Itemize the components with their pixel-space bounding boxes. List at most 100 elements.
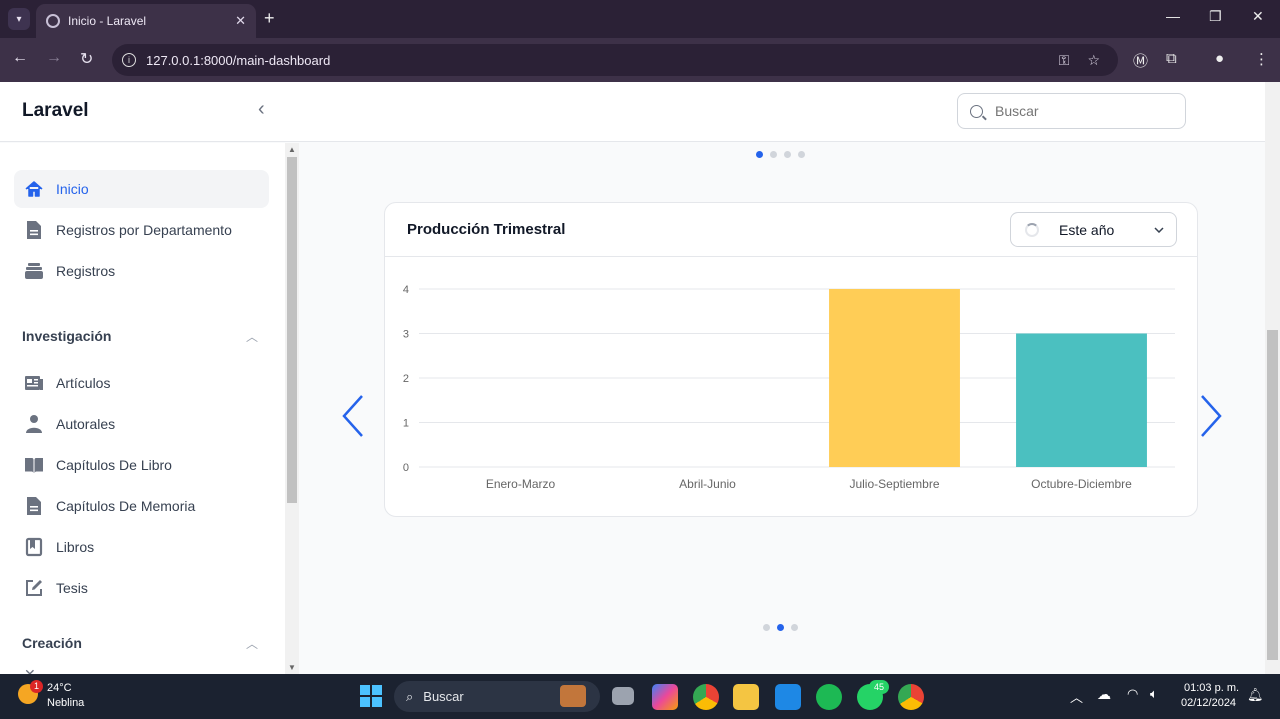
stack-icon — [24, 261, 44, 281]
carousel-dot[interactable] — [791, 624, 798, 631]
windows-start-icon[interactable] — [360, 685, 382, 707]
extension-m-icon[interactable]: Ⓜ — [1133, 50, 1148, 71]
clock-time[interactable]: 01:03 p. m. — [1184, 682, 1239, 694]
notification-bell-icon[interactable]: 🔔︎ — [1247, 687, 1264, 703]
clock-date[interactable]: 02/12/2024 — [1181, 697, 1236, 709]
app-root: Laravel ‹ Inicio Registros por Departame… — [0, 82, 1280, 674]
wifi-icon[interactable]: ◠ — [1127, 686, 1138, 702]
weather-desc[interactable]: Neblina — [47, 697, 84, 709]
close-tab-icon[interactable]: ✕ — [235, 13, 246, 29]
sidebar-item-tesis[interactable]: Tesis — [14, 569, 269, 607]
y-tick-label: 2 — [403, 373, 409, 385]
pencil-square-icon — [24, 578, 44, 598]
period-select[interactable]: Este año — [1010, 212, 1177, 247]
star-icon[interactable]: ☆ — [1087, 52, 1100, 69]
group-title-creacion[interactable]: Creación — [22, 635, 82, 651]
sidebar-item-label: Inicio — [56, 181, 89, 197]
url-text[interactable]: 127.0.0.1:8000/main-dashboard — [146, 53, 1059, 68]
sidebar-item-autorales[interactable]: Autorales — [14, 405, 269, 443]
x-tick-label: Abril-Junio — [679, 477, 736, 491]
sidebar-item-inicio[interactable]: Inicio — [14, 170, 269, 208]
browser-tab[interactable]: Inicio - Laravel ✕ — [36, 4, 256, 38]
search-input[interactable] — [995, 103, 1175, 119]
chevron-up-icon[interactable]: ︿ — [246, 328, 258, 345]
sidebar-scrollbar[interactable]: ▲ ▼ — [285, 143, 299, 674]
carousel-dot[interactable] — [777, 624, 784, 631]
key-icon[interactable]: ⚿ — [1059, 52, 1070, 69]
reload-icon[interactable]: ↻ — [80, 49, 93, 69]
onedrive-cloud-icon[interactable]: ☁ — [1097, 686, 1111, 703]
chart-title: Producción Trimestral — [407, 221, 566, 238]
menu-kebab-icon[interactable]: ⋮ — [1254, 50, 1269, 68]
chrome-profile-icon[interactable] — [898, 684, 924, 710]
browser-toolbar: ← → ↻ i 127.0.0.1:8000/main-dashboard ⚿ … — [0, 38, 1280, 82]
site-info-icon[interactable]: i — [122, 53, 136, 67]
windows-taskbar: 1 24°C Neblina ⌕ Buscar 45 ︿ ☁ ◠ 🔈︎ 01:0… — [0, 674, 1280, 719]
new-tab-button[interactable]: + — [264, 8, 275, 29]
volume-icon[interactable]: 🔈︎ — [1150, 686, 1158, 702]
puzzle-icon[interactable]: ⧉ — [1166, 50, 1177, 67]
newspaper-icon — [24, 373, 44, 393]
close-window-icon[interactable]: ✕ — [1252, 8, 1264, 25]
carousel-dot[interactable] — [798, 151, 805, 158]
document-icon — [24, 220, 44, 240]
period-select-value: Este año — [1059, 221, 1115, 238]
sidebar-item-capitulos-memoria[interactable]: Capítulos De Memoria — [14, 487, 269, 525]
carousel-next-arrow[interactable] — [1198, 394, 1224, 449]
sidebar-item-label: Registros — [56, 263, 116, 279]
profile-avatar[interactable]: ● — [1215, 50, 1224, 67]
scroll-up-arrow[interactable]: ▲ — [288, 145, 296, 154]
sidebar-item-registros-departamento[interactable]: Registros por Departamento — [14, 211, 269, 249]
search-box[interactable] — [957, 93, 1186, 129]
y-tick-label: 0 — [403, 462, 409, 474]
sidebar-item-articulos[interactable]: Artículos — [14, 364, 269, 402]
tab-search-button[interactable]: ▾ — [8, 8, 30, 30]
chevron-up-icon[interactable]: ︿ — [246, 635, 258, 652]
file-explorer-icon[interactable] — [733, 684, 759, 710]
minimize-icon[interactable]: — — [1166, 8, 1180, 24]
sidebar-item-libros[interactable]: Libros — [14, 528, 269, 566]
vscode-icon[interactable] — [775, 684, 801, 710]
x-tick-label: Julio-Septiembre — [849, 477, 939, 491]
document-icon — [24, 496, 44, 516]
sidebar-item-capitulos-libro[interactable]: Capítulos De Libro — [14, 446, 269, 484]
show-hidden-icons-chevron[interactable]: ︿ — [1070, 687, 1083, 706]
user-icon — [24, 414, 44, 434]
taskbar-search[interactable]: ⌕ Buscar — [394, 681, 600, 712]
x-tick-label: Enero-Marzo — [486, 477, 556, 491]
carousel-dots-bottom — [763, 624, 798, 631]
search-highlight-icon — [560, 685, 586, 707]
spotify-icon[interactable] — [816, 684, 842, 710]
restore-icon[interactable]: ❐ — [1209, 8, 1222, 25]
partial-item-icon: ✕ — [24, 666, 36, 674]
group-title-investigacion[interactable]: Investigación — [22, 328, 111, 344]
bar — [1016, 333, 1147, 467]
main-scroll-thumb[interactable] — [1267, 330, 1278, 660]
sidebar-item-registros[interactable]: Registros — [14, 252, 269, 290]
brand-logo[interactable]: Laravel — [22, 100, 89, 122]
carousel-dot[interactable] — [770, 151, 777, 158]
collapse-sidebar-icon[interactable]: ‹ — [258, 98, 265, 121]
forward-icon[interactable]: → — [46, 49, 62, 67]
y-tick-label: 1 — [403, 418, 409, 430]
back-icon[interactable]: ← — [12, 49, 28, 67]
sidebar-scroll-thumb[interactable] — [287, 157, 297, 503]
bookmark-icon — [24, 537, 44, 557]
open-book-icon — [24, 455, 44, 475]
copilot-icon[interactable] — [652, 684, 678, 710]
main-scrollbar[interactable] — [1265, 82, 1280, 674]
chrome-icon[interactable] — [693, 684, 719, 710]
address-bar[interactable]: i 127.0.0.1:8000/main-dashboard ⚿ ☆ — [112, 44, 1118, 76]
carousel-dot[interactable] — [763, 624, 770, 631]
scroll-down-arrow[interactable]: ▼ — [288, 663, 296, 672]
bar — [829, 289, 960, 467]
tab-title: Inicio - Laravel — [68, 14, 147, 28]
chevron-down-icon — [1154, 224, 1164, 236]
globe-icon — [46, 14, 60, 28]
carousel-prev-arrow[interactable] — [340, 394, 366, 449]
weather-temp[interactable]: 24°C — [47, 682, 72, 694]
carousel-dot[interactable] — [756, 151, 763, 158]
weather-badge: 1 — [30, 680, 43, 693]
carousel-dot[interactable] — [784, 151, 791, 158]
task-view-icon[interactable] — [612, 687, 634, 705]
